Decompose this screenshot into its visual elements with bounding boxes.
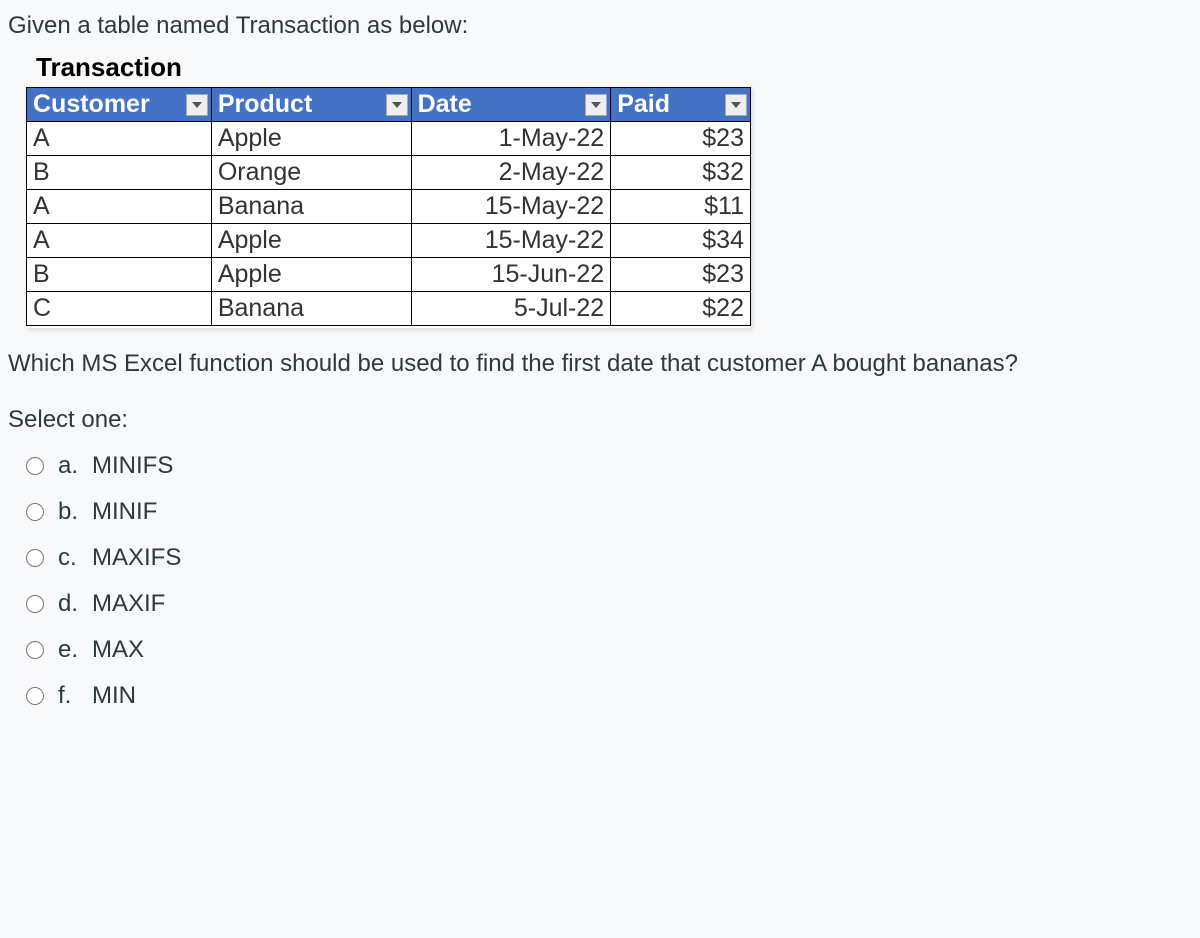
radio-e[interactable] [26,641,44,659]
transaction-table-container: Customer Product Date [26,87,751,328]
option-letter: e. [58,636,92,664]
option-letter: d. [58,590,92,618]
col-header-product: Product [211,88,411,122]
cell-date: 5-Jul-22 [411,292,611,326]
table-body: A Apple 1-May-22 $23 B Orange 2-May-22 $… [27,122,751,326]
cell-date: 15-Jun-22 [411,258,611,292]
option-c[interactable]: c. MAXIFS [26,544,1192,572]
col-header-label: Product [218,90,312,119]
table-row: A Banana 15-May-22 $11 [27,190,751,224]
cell-date: 2-May-22 [411,156,611,190]
col-header-label: Customer [33,90,150,119]
option-letter: f. [58,682,92,710]
cell-customer: A [27,122,212,156]
table-row: C Banana 5-Jul-22 $22 [27,292,751,326]
radio-a[interactable] [26,457,44,475]
cell-customer: A [27,190,212,224]
cell-date: 15-May-22 [411,224,611,258]
filter-dropdown-icon[interactable] [585,94,607,116]
table-title: Transaction [36,52,1192,83]
cell-product: Apple [211,122,411,156]
col-header-customer: Customer [27,88,212,122]
cell-product: Banana [211,190,411,224]
col-header-paid: Paid [611,88,751,122]
cell-product: Banana [211,292,411,326]
question-text: Which MS Excel function should be used t… [8,350,1192,378]
option-a[interactable]: a. MINIFS [26,452,1192,480]
cell-paid: $32 [611,156,751,190]
options-group: a. MINIFS b. MINIF c. MAXIFS d. MAXIF e.… [26,452,1192,710]
cell-date: 15-May-22 [411,190,611,224]
cell-paid: $11 [611,190,751,224]
option-f[interactable]: f. MIN [26,682,1192,710]
option-text: MAX [92,636,144,664]
table-header-row: Customer Product Date [27,88,751,122]
option-text: MINIFS [92,452,173,480]
cell-date: 1-May-22 [411,122,611,156]
filter-dropdown-icon[interactable] [725,94,747,116]
option-letter: b. [58,498,92,526]
cell-paid: $34 [611,224,751,258]
cell-customer: A [27,224,212,258]
option-text: MIN [92,682,136,710]
cell-paid: $23 [611,122,751,156]
option-letter: a. [58,452,92,480]
table-row: A Apple 15-May-22 $34 [27,224,751,258]
transaction-table: Customer Product Date [26,87,751,326]
option-b[interactable]: b. MINIF [26,498,1192,526]
option-letter: c. [58,544,92,572]
table-row: A Apple 1-May-22 $23 [27,122,751,156]
table-row: B Orange 2-May-22 $32 [27,156,751,190]
option-e[interactable]: e. MAX [26,636,1192,664]
cell-product: Apple [211,258,411,292]
radio-d[interactable] [26,595,44,613]
option-d[interactable]: d. MAXIF [26,590,1192,618]
col-header-label: Paid [617,90,670,119]
cell-product: Apple [211,224,411,258]
radio-f[interactable] [26,687,44,705]
radio-b[interactable] [26,503,44,521]
col-header-date: Date [411,88,611,122]
intro-text: Given a table named Transaction as below… [8,12,1192,40]
filter-dropdown-icon[interactable] [186,94,208,116]
cell-product: Orange [211,156,411,190]
filter-dropdown-icon[interactable] [386,94,408,116]
select-one-label: Select one: [8,406,1192,434]
table-row: B Apple 15-Jun-22 $23 [27,258,751,292]
radio-c[interactable] [26,549,44,567]
option-text: MAXIFS [92,544,181,572]
cell-paid: $23 [611,258,751,292]
cell-customer: B [27,258,212,292]
option-text: MINIF [92,498,157,526]
option-text: MAXIF [92,590,165,618]
cell-customer: B [27,156,212,190]
cell-customer: C [27,292,212,326]
cell-paid: $22 [611,292,751,326]
col-header-label: Date [418,90,472,119]
